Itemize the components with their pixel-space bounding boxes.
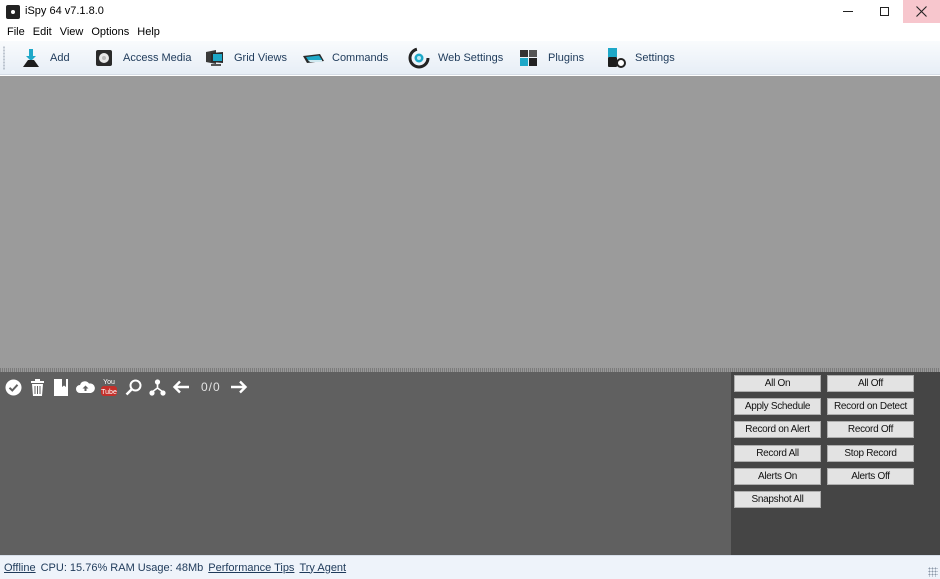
bookmark-icon[interactable] bbox=[51, 377, 71, 397]
toolbar-commands-button[interactable]: Commands bbox=[302, 46, 388, 70]
toolbar-plugins-label: Plugins bbox=[548, 52, 585, 64]
performance-tips-link[interactable]: Performance Tips bbox=[208, 562, 294, 574]
toolbar-access-media-label: Access Media bbox=[123, 52, 192, 64]
toolbar-grid-views-button[interactable]: Grid Views bbox=[204, 46, 287, 70]
youtube-icon[interactable]: You Tube bbox=[99, 377, 119, 397]
close-button[interactable] bbox=[903, 0, 940, 23]
add-icon bbox=[23, 49, 39, 67]
check-circle-icon[interactable] bbox=[3, 377, 23, 397]
plugins-icon bbox=[520, 50, 537, 66]
system-stats: CPU: 15.76% RAM Usage: 48Mb bbox=[40, 561, 204, 574]
record-all-button[interactable]: Record All bbox=[734, 445, 821, 462]
trash-icon[interactable] bbox=[27, 377, 47, 397]
arrow-right-icon[interactable] bbox=[229, 377, 249, 397]
page-counter: 0/0 bbox=[201, 380, 221, 394]
offline-link[interactable]: Offline bbox=[4, 562, 36, 574]
commands-icon bbox=[303, 54, 324, 63]
camera-workspace[interactable] bbox=[0, 76, 940, 368]
alerts-off-button[interactable]: Alerts Off bbox=[827, 468, 914, 485]
apply-schedule-button[interactable]: Apply Schedule bbox=[734, 398, 821, 415]
window-title: iSpy 64 v7.1.8.0 bbox=[25, 5, 104, 17]
alerts-on-button[interactable]: Alerts On bbox=[734, 468, 821, 485]
toolbar-settings-button[interactable]: Settings bbox=[605, 46, 675, 70]
media-icon bbox=[96, 50, 112, 66]
toolbar-add-button[interactable]: Add bbox=[20, 46, 70, 70]
snapshot-all-button[interactable]: Snapshot All bbox=[734, 491, 821, 508]
svg-text:Tube: Tube bbox=[101, 389, 117, 396]
grid-views-icon bbox=[206, 50, 223, 66]
maximize-icon bbox=[879, 7, 889, 16]
toolbar-add-label: Add bbox=[50, 52, 70, 64]
arrow-left-icon[interactable] bbox=[171, 377, 191, 397]
title-bar: iSpy 64 v7.1.8.0 bbox=[0, 0, 940, 23]
web-settings-icon bbox=[408, 47, 430, 69]
ispy-window: iSpy 64 v7.1.8.0 File Edit View Options … bbox=[0, 0, 940, 579]
menu-view[interactable]: View bbox=[56, 26, 88, 38]
commands-panel: All On All Off Apply Schedule Record on … bbox=[731, 372, 940, 555]
try-agent-link[interactable]: Try Agent bbox=[299, 562, 346, 574]
toolbar-plugins-button[interactable]: Plugins bbox=[518, 46, 584, 70]
all-off-button[interactable]: All Off bbox=[827, 375, 914, 392]
main-toolbar: Add Access Media Grid Views Commands Web… bbox=[0, 41, 940, 75]
menu-bar: File Edit View Options Help bbox=[0, 23, 940, 41]
sitemap-icon[interactable] bbox=[147, 377, 167, 397]
maximize-button[interactable] bbox=[866, 0, 902, 23]
menu-options[interactable]: Options bbox=[87, 26, 133, 38]
cloud-upload-icon[interactable] bbox=[75, 377, 95, 397]
app-logo-icon bbox=[6, 5, 20, 19]
minimize-icon bbox=[843, 11, 853, 12]
svg-text:You: You bbox=[103, 379, 115, 386]
menu-help[interactable]: Help bbox=[133, 26, 164, 38]
close-icon bbox=[916, 6, 927, 17]
toolbar-grip[interactable] bbox=[3, 46, 5, 70]
resize-grip-icon[interactable] bbox=[928, 567, 938, 577]
status-bar: Offline CPU: 15.76% RAM Usage: 48Mb Perf… bbox=[0, 555, 940, 579]
menu-file[interactable]: File bbox=[3, 26, 29, 38]
minimize-button[interactable] bbox=[830, 0, 866, 23]
media-toolbar: You Tube 0/0 bbox=[3, 376, 253, 398]
toolbar-grid-views-label: Grid Views bbox=[234, 52, 287, 64]
media-panel: You Tube 0/0 bbox=[0, 372, 731, 555]
record-off-button[interactable]: Record Off bbox=[827, 421, 914, 438]
all-on-button[interactable]: All On bbox=[734, 375, 821, 392]
search-icon[interactable] bbox=[123, 377, 143, 397]
toolbar-web-settings-button[interactable]: Web Settings bbox=[408, 46, 503, 70]
menu-edit[interactable]: Edit bbox=[29, 26, 56, 38]
toolbar-commands-label: Commands bbox=[332, 52, 389, 64]
stop-record-button[interactable]: Stop Record bbox=[827, 445, 914, 462]
toolbar-access-media-button[interactable]: Access Media bbox=[93, 46, 191, 70]
toolbar-web-settings-label: Web Settings bbox=[438, 52, 504, 64]
record-on-alert-button[interactable]: Record on Alert bbox=[734, 421, 821, 438]
settings-icon bbox=[608, 48, 626, 68]
toolbar-settings-label: Settings bbox=[635, 52, 675, 64]
record-on-detect-button[interactable]: Record on Detect bbox=[827, 398, 914, 415]
